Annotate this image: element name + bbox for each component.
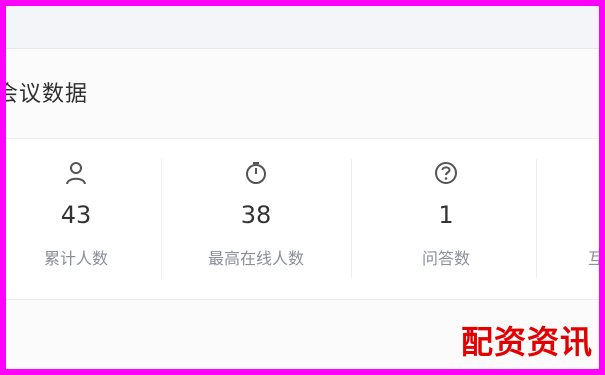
question-icon <box>435 162 457 184</box>
stat-value: 38 <box>240 201 272 229</box>
stat-label: 问答数 <box>421 249 470 268</box>
divider <box>536 159 537 279</box>
divider <box>161 159 162 279</box>
divider <box>351 159 352 279</box>
stat-total-attendees: 43 累计人数 <box>6 139 156 299</box>
top-bar <box>6 6 599 49</box>
screenshot-frame: 会议数据 43 累计人数 38 最高在线人数 1 问答数 互 配资资讯 <box>6 6 599 369</box>
stat-label: 累计人数 <box>43 249 108 268</box>
stat-peak-online: 38 最高在线人数 <box>176 139 336 299</box>
stat-value: 43 <box>60 201 92 229</box>
section-title: 会议数据 <box>6 82 89 107</box>
user-icon <box>66 162 86 185</box>
stat-value: 1 <box>438 201 454 229</box>
watermark: 配资资讯 <box>460 323 593 361</box>
stat-label: 最高在线人数 <box>207 249 304 268</box>
clock-icon <box>246 162 266 184</box>
stats-card: 43 累计人数 38 最高在线人数 1 问答数 互 <box>6 138 599 300</box>
stat-qa-count: 1 问答数 <box>366 139 526 299</box>
stat-label-partial: 互 <box>588 249 599 268</box>
